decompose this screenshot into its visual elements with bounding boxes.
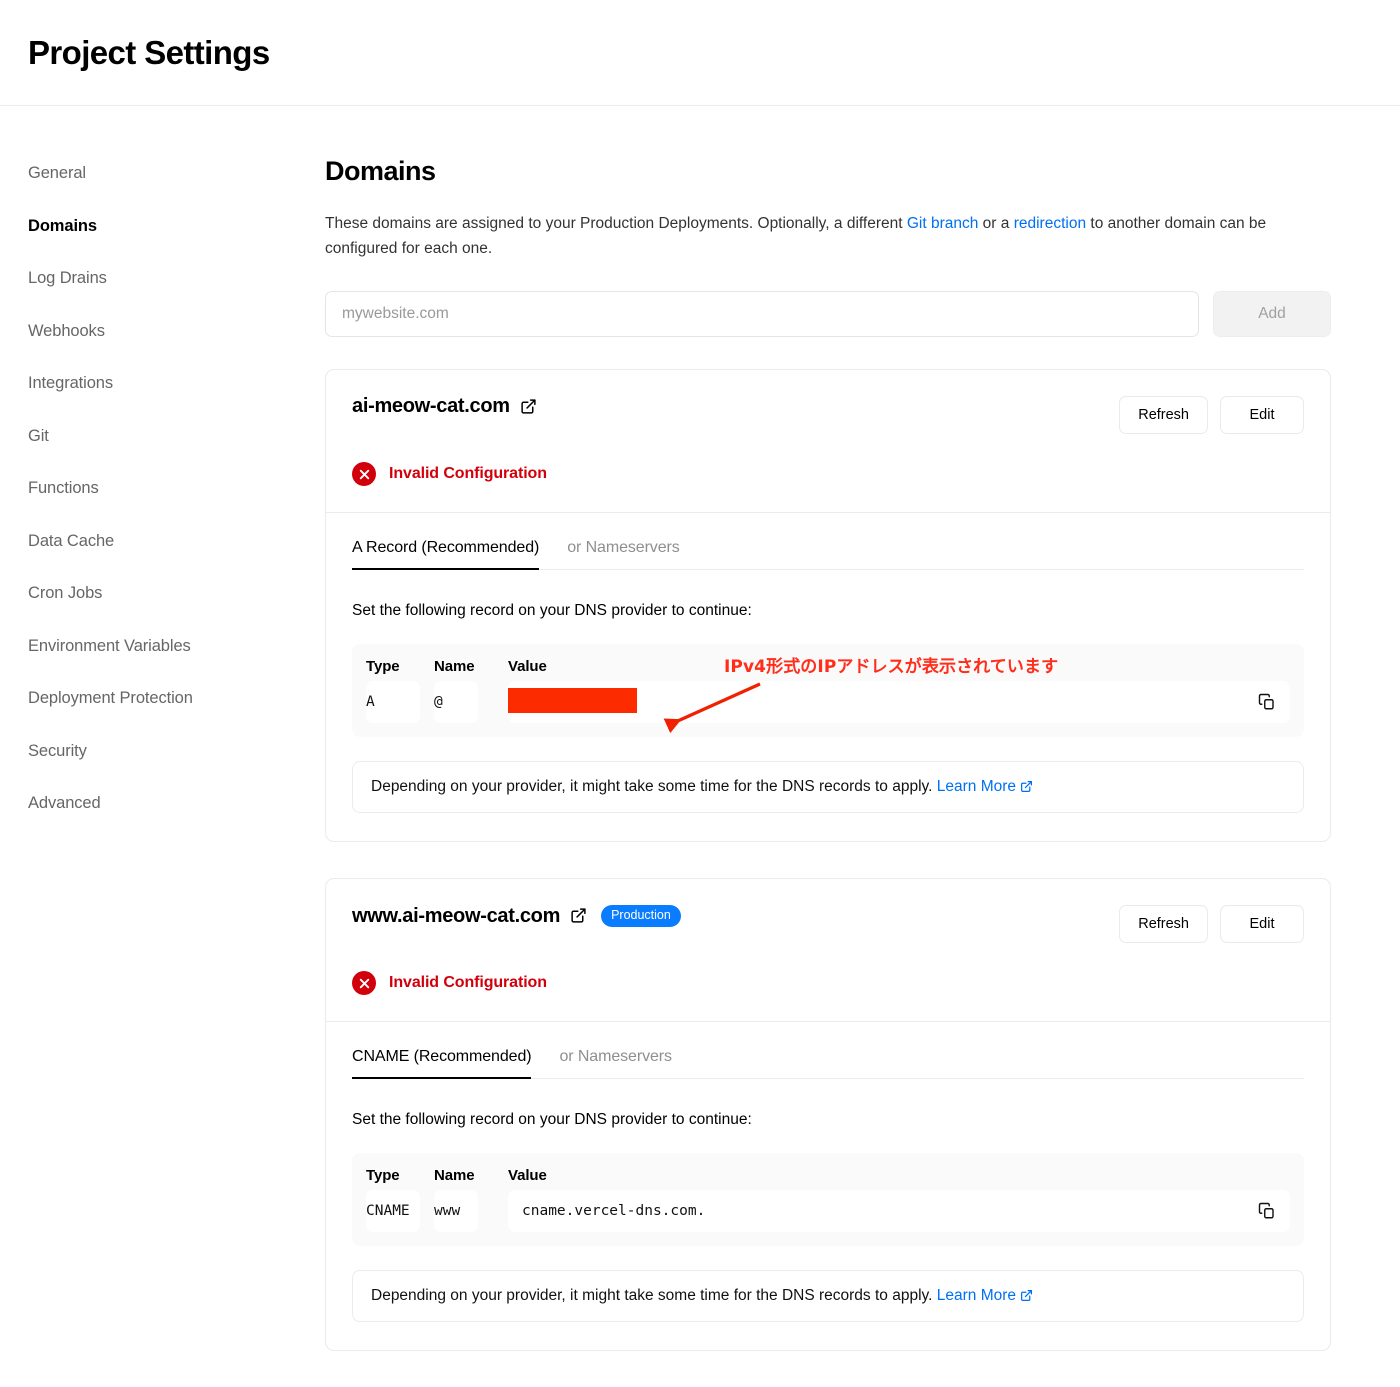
sidebar-item-log-drains[interactable]: Log Drains [28,263,325,294]
settings-sidebar: General Domains Log Drains Webhooks Inte… [0,158,325,819]
record-instruction: Set the following record on your DNS pro… [352,1111,752,1129]
app-header: Project Settings [0,0,1400,106]
external-link-icon[interactable] [520,398,537,415]
sidebar-item-cron-jobs[interactable]: Cron Jobs [28,578,325,609]
sidebar-item-integrations[interactable]: Integrations [28,368,325,399]
domain-card-actions: Refresh Edit [1119,905,1304,944]
external-link-icon[interactable] [570,907,587,924]
column-header-name: Name [434,1167,475,1185]
table-header-row: Type Name Value [366,1167,1290,1190]
domain-card-body: CNAME (Recommended) or Nameservers Set t… [326,1021,1330,1350]
domain-name: www.ai-meow-cat.com [352,904,561,927]
dns-record-table: Type Name Value CNAME www cname.vercel-d… [352,1153,1304,1247]
production-badge: Production [601,905,681,927]
domain-card: www.ai-meow-cat.com Production Refresh E… [325,878,1331,1352]
record-value [508,687,637,717]
record-type-tabs: CNAME (Recommended) or Nameservers [352,1048,1304,1080]
record-type-value: A [366,681,420,724]
column-header-type: Type [366,1167,400,1185]
record-instruction: Set the following record on your DNS pro… [352,602,752,620]
learn-more-link[interactable]: Learn More [937,778,1016,795]
tab-nameservers[interactable]: or Nameservers [567,539,680,570]
refresh-button[interactable]: Refresh [1119,905,1208,944]
dns-propagation-note: Depending on your provider, it might tak… [352,761,1304,814]
description-text-part-1: These domains are assigned to your Produ… [325,215,907,232]
edit-button[interactable]: Edit [1220,396,1304,435]
table-row: A @ [366,681,1290,724]
error-circle-x-icon [352,462,376,487]
sidebar-item-general[interactable]: General [28,158,325,189]
copy-icon[interactable] [1258,1202,1276,1220]
status-text: Invalid Configuration [389,974,547,992]
record-type-value: CNAME [366,1190,420,1233]
dns-propagation-note: Depending on your provider, it might tak… [352,1270,1304,1323]
tab-nameservers[interactable]: or Nameservers [559,1048,672,1079]
record-value: cname.vercel-dns.com. [522,1203,706,1220]
record-name-value: @ [434,681,478,724]
add-domain-button[interactable]: Add [1213,291,1331,338]
redirection-link[interactable]: redirection [1014,215,1086,232]
edit-button[interactable]: Edit [1220,905,1304,944]
domain-input[interactable] [325,291,1199,338]
domain-card-header: www.ai-meow-cat.com Production Refresh E… [326,879,1330,1021]
copy-icon[interactable] [1258,693,1276,711]
sidebar-item-data-cache[interactable]: Data Cache [28,526,325,557]
git-branch-link[interactable]: Git branch [907,215,979,232]
domain-title-group: ai-meow-cat.com [352,396,537,416]
note-text: Depending on your provider, it might tak… [371,1287,937,1305]
column-header-name: Name [434,658,475,676]
external-link-icon[interactable] [1020,780,1033,793]
note-text: Depending on your provider, it might tak… [371,778,937,796]
redacted-ip-value [508,687,637,713]
sidebar-item-git[interactable]: Git [28,421,325,452]
external-link-icon[interactable] [1020,1289,1033,1302]
section-description: These domains are assigned to your Produ… [325,211,1331,261]
description-text-part-2: or a [978,215,1014,232]
domain-card-actions: Refresh Edit [1119,396,1304,435]
domain-title-group: www.ai-meow-cat.com Production [352,905,681,927]
column-header-value: Value [508,1167,547,1185]
record-type-tabs: A Record (Recommended) or Nameservers [352,539,1304,571]
table-row: CNAME www cname.vercel-dns.com. [366,1190,1290,1233]
column-header-type: Type [366,658,400,676]
record-name-value: www [434,1190,478,1233]
annotation-label: IPv4形式のIPアドレスが表示されています [724,657,1059,677]
sidebar-item-environment-variables[interactable]: Environment Variables [28,631,325,662]
sidebar-item-functions[interactable]: Functions [28,473,325,504]
status-badge: Invalid Configuration [352,971,1304,996]
sidebar-item-security[interactable]: Security [28,736,325,767]
tab-cname-record[interactable]: CNAME (Recommended) [352,1048,532,1080]
refresh-button[interactable]: Refresh [1119,396,1208,435]
domains-panel: Domains These domains are assigned to yo… [325,158,1355,1387]
section-title: Domains [325,156,436,186]
domain-card: ai-meow-cat.com Refresh Edit Invalid Con… [325,369,1331,843]
sidebar-item-domains[interactable]: Domains [28,211,325,242]
error-circle-x-icon [352,971,376,996]
status-text: Invalid Configuration [389,465,547,483]
domain-name: ai-meow-cat.com [352,395,510,418]
page-title: Project Settings [28,34,270,71]
tab-a-record[interactable]: A Record (Recommended) [352,539,539,571]
add-domain-form: Add [325,291,1331,338]
status-badge: Invalid Configuration [352,462,1304,487]
sidebar-item-webhooks[interactable]: Webhooks [28,316,325,347]
sidebar-item-deployment-protection[interactable]: Deployment Protection [28,683,325,714]
sidebar-item-advanced[interactable]: Advanced [28,788,325,819]
domain-card-header: ai-meow-cat.com Refresh Edit Invalid Con… [326,370,1330,512]
page-layout: General Domains Log Drains Webhooks Inte… [0,106,1400,1387]
learn-more-link[interactable]: Learn More [937,1287,1016,1304]
